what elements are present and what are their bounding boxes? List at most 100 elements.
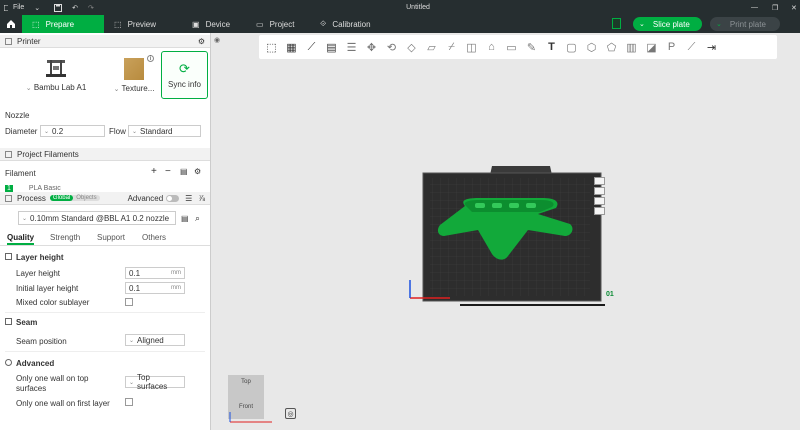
- plate-selector[interactable]: ⌄ Texture... i: [110, 51, 158, 99]
- close-icon[interactable]: ✕: [786, 0, 800, 15]
- slice-all-icon[interactable]: ⇥: [703, 39, 720, 56]
- layer-height-group-title: Layer height: [16, 253, 64, 262]
- mixed-color-checkbox[interactable]: [125, 298, 133, 306]
- toggle-objects[interactable]: Objects: [73, 195, 99, 201]
- remove-filament-icon[interactable]: −: [165, 166, 171, 177]
- gear-icon[interactable]: ⚙: [198, 37, 205, 46]
- tab-quality[interactable]: Quality: [7, 233, 35, 245]
- nozzle-label: Nozzle: [5, 111, 30, 120]
- process-icon: [5, 194, 12, 202]
- chevron-down-icon: ⌄: [129, 337, 135, 344]
- initial-layer-height-value: 0.1: [129, 283, 141, 293]
- chevron-down-icon[interactable]: ⌄: [29, 0, 45, 15]
- scale-icon[interactable]: ◇: [403, 39, 420, 56]
- assembly-icon[interactable]: ⬠: [603, 39, 620, 56]
- save-preset-icon[interactable]: ▤: [181, 214, 189, 223]
- cut-icon[interactable]: ⌿: [443, 39, 460, 56]
- unit-label: mm: [171, 270, 181, 276]
- auto-orient-icon[interactable]: ⟋: [303, 39, 320, 56]
- file-menu[interactable]: File: [8, 0, 29, 15]
- one-wall-top-value: Top surfaces: [137, 373, 168, 391]
- minimize-icon[interactable]: —: [746, 0, 763, 15]
- title-bar: File ⌄ ↶ ↷ Untitled — ❐ ✕: [0, 0, 800, 15]
- compare-icon[interactable]: ⅞: [198, 194, 205, 203]
- add-filament-icon[interactable]: +: [151, 166, 157, 177]
- window-title: Untitled: [406, 4, 430, 11]
- gear-icon[interactable]: ⚙: [194, 167, 201, 176]
- filament-edit-icon[interactable]: ▤: [180, 167, 188, 176]
- layer-height-input[interactable]: 0.1 mm: [125, 267, 185, 279]
- seam-paint-icon[interactable]: ▭: [503, 39, 520, 56]
- tab-device[interactable]: ▣ Device: [170, 15, 246, 33]
- flow-label: Flow: [109, 127, 126, 136]
- mixed-color-label: Mixed color sublayer: [16, 298, 90, 307]
- process-preset-select[interactable]: ⌄ 0.10mm Standard @BBL A1 0.2 nozzle: [18, 211, 176, 225]
- redo-icon[interactable]: ↷: [83, 0, 99, 15]
- filament-row[interactable]: 1 PLA Basic: [5, 185, 205, 192]
- arrange-plate-icon[interactable]: [594, 187, 605, 195]
- camera-fit-icon[interactable]: ◎: [285, 408, 296, 419]
- process-scope-toggle[interactable]: Global Objects: [49, 195, 100, 201]
- one-wall-top-select[interactable]: ⌄ Top surfaces: [125, 373, 185, 391]
- app-menu-icon[interactable]: [0, 0, 8, 15]
- diameter-select[interactable]: ⌄ 0.2: [40, 125, 105, 137]
- textured-plate-icon: [124, 57, 144, 80]
- seam-position-select[interactable]: ⌄ Aligned: [125, 334, 185, 346]
- info-icon[interactable]: i: [147, 55, 154, 62]
- color-paint-icon[interactable]: ✎: [523, 39, 540, 56]
- view-icon[interactable]: ◪: [643, 39, 660, 56]
- slice-plate-button[interactable]: ⌄ Slice plate: [633, 17, 702, 31]
- tab-project[interactable]: ▭ Project: [246, 15, 314, 33]
- sync-info-button[interactable]: ⟳ Sync info: [161, 51, 208, 99]
- maximize-icon[interactable]: ❐: [767, 0, 783, 15]
- tab-prepare[interactable]: ⬚ Prepare: [22, 15, 104, 33]
- printer-section-title: Printer: [17, 36, 41, 46]
- undo-icon[interactable]: ↶: [67, 0, 83, 15]
- plate-settings-icon[interactable]: P: [663, 39, 680, 56]
- move-icon[interactable]: ✥: [363, 39, 380, 56]
- tab-support[interactable]: Support: [97, 233, 125, 242]
- view-cube-axes: [229, 412, 272, 423]
- ruler-icon[interactable]: ⟋: [683, 39, 700, 56]
- text-icon[interactable]: T: [543, 39, 560, 56]
- flow-select[interactable]: ⌄ Standard: [128, 125, 201, 137]
- cube-top-face[interactable]: Top: [228, 379, 264, 385]
- home-icon[interactable]: [0, 15, 22, 33]
- initial-layer-height-input[interactable]: 0.1 mm: [125, 282, 185, 294]
- project-icon: ▭: [256, 19, 264, 29]
- tab-preview[interactable]: ⬚ Preview: [104, 15, 170, 33]
- tab-others[interactable]: Others: [142, 233, 166, 242]
- device-icon: ▣: [192, 19, 200, 29]
- lay-on-face-icon[interactable]: ▱: [423, 39, 440, 56]
- tabs-divider: [0, 245, 210, 246]
- search-icon[interactable]: ⌕: [195, 213, 200, 224]
- orient-plate-icon[interactable]: [594, 197, 605, 205]
- rotate-icon[interactable]: ⟲: [383, 39, 400, 56]
- split-icon[interactable]: ◫: [463, 39, 480, 56]
- tab-calibration[interactable]: ⟐ Calibration: [314, 15, 404, 33]
- add-plate-icon[interactable]: ▦: [283, 39, 300, 56]
- add-object-icon[interactable]: ⬚: [263, 39, 280, 56]
- variable-layer-icon[interactable]: ▥: [623, 39, 640, 56]
- seam-position-value: Aligned: [137, 335, 164, 345]
- svg-icon[interactable]: ▢: [563, 39, 580, 56]
- toggle-global[interactable]: Global: [49, 195, 74, 201]
- sidebar-toggle-icon[interactable]: [612, 18, 621, 29]
- printer-section-header: Printer ⚙: [0, 35, 210, 48]
- save-icon[interactable]: [49, 0, 67, 15]
- tab-strength[interactable]: Strength: [50, 233, 80, 242]
- printer-selector[interactable]: ⌄ Bambu Lab A1: [4, 51, 108, 99]
- arrange-icon[interactable]: ▤: [323, 39, 340, 56]
- tab-label: Project: [269, 19, 295, 29]
- advanced-switch[interactable]: [166, 194, 180, 202]
- print-plate-button[interactable]: ⌄ Print plate: [710, 17, 780, 31]
- close-plate-icon[interactable]: [594, 177, 605, 185]
- chevron-down-icon: ⌄: [22, 215, 28, 222]
- one-wall-first-checkbox[interactable]: [125, 398, 133, 406]
- support-paint-icon[interactable]: ⌂: [483, 39, 500, 56]
- eye-icon[interactable]: ◉: [214, 36, 220, 44]
- layers-icon[interactable]: ☰: [343, 39, 360, 56]
- measure-icon[interactable]: ⬡: [583, 39, 600, 56]
- list-icon[interactable]: ☰: [185, 194, 192, 203]
- lock-plate-icon[interactable]: [594, 207, 605, 215]
